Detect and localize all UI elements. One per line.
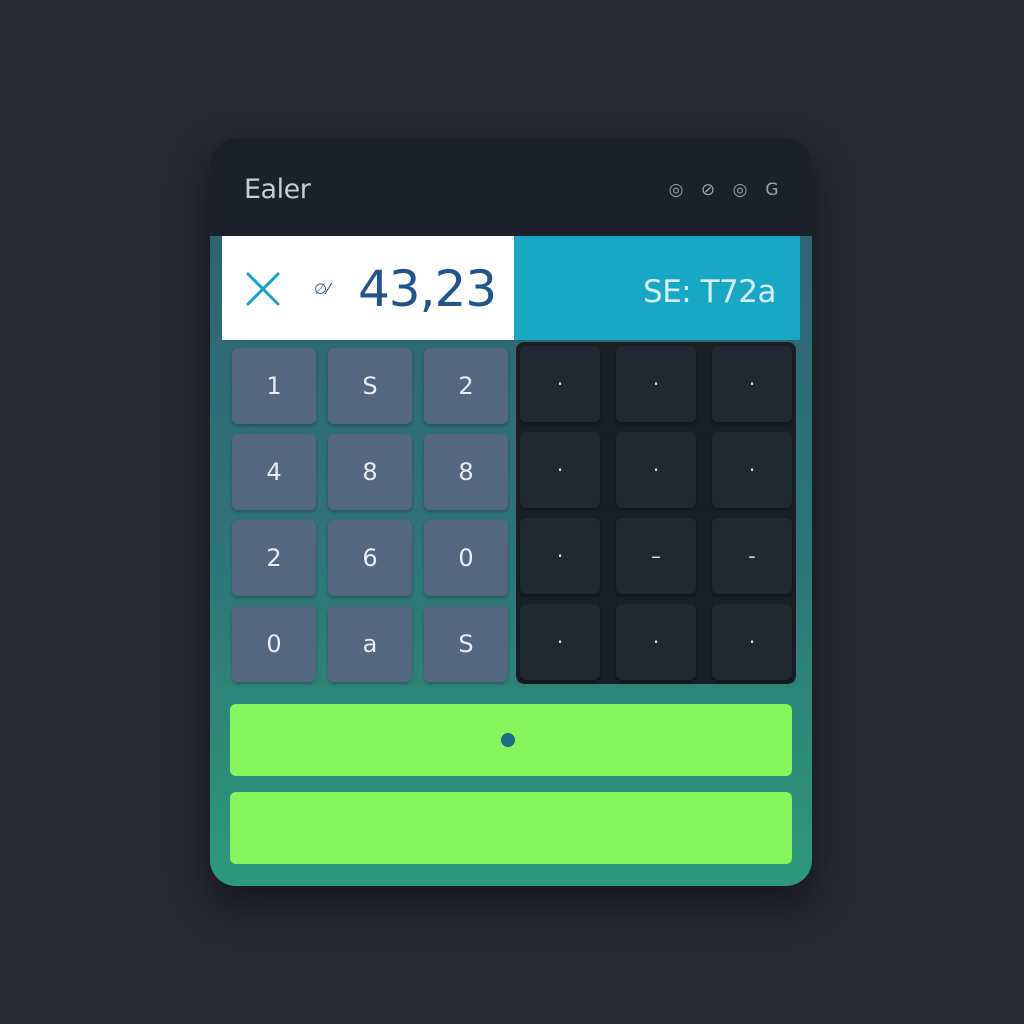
display-aux-glyph: ∅⁄ — [314, 280, 330, 298]
function-key[interactable]: · — [520, 518, 600, 594]
secondary-display-value: SE: T72a — [643, 274, 776, 310]
keypad-key[interactable]: 1 — [232, 348, 316, 424]
keypad-key[interactable]: S — [328, 348, 412, 424]
secondary-action-button[interactable] — [230, 792, 792, 864]
keypad-key[interactable]: S — [424, 606, 508, 682]
function-keypad: · · · · · · · – - · · · — [516, 342, 796, 684]
keypad-key[interactable]: 6 — [328, 520, 412, 596]
function-key[interactable]: · — [712, 432, 792, 508]
function-key[interactable]: - — [712, 518, 792, 594]
window-control-icon-4[interactable]: G — [762, 180, 782, 200]
keypad-key[interactable]: 0 — [232, 606, 316, 682]
primary-display: ∅⁄ 43,23 — [222, 236, 514, 340]
window-title: Ealer — [244, 174, 311, 205]
keypad-key[interactable]: 8 — [424, 434, 508, 510]
function-key[interactable]: – — [616, 518, 696, 594]
keypad-key[interactable]: 8 — [328, 434, 412, 510]
title-bar: Ealer ◎ ⊘ ◎ G — [210, 138, 812, 236]
window-control-icon-2[interactable]: ⊘ — [698, 180, 718, 200]
close-icon[interactable] — [244, 270, 282, 308]
window-controls: ◎ ⊘ ◎ G — [666, 180, 782, 200]
keypad-key[interactable]: 0 — [424, 520, 508, 596]
keypad-key[interactable]: 4 — [232, 434, 316, 510]
calculator-window: Ealer ◎ ⊘ ◎ G ∅⁄ 43,23 SE: T72a 1 S 2 4 … — [210, 138, 812, 886]
function-key[interactable]: · — [712, 604, 792, 680]
primary-action-button[interactable] — [230, 704, 792, 776]
function-key[interactable]: · — [616, 432, 696, 508]
function-key[interactable]: · — [616, 604, 696, 680]
function-key[interactable]: · — [520, 432, 600, 508]
function-key[interactable]: · — [616, 346, 696, 422]
window-control-icon-1[interactable]: ◎ — [666, 180, 686, 200]
keypad-key[interactable]: 2 — [424, 348, 508, 424]
dot-indicator-icon — [501, 733, 515, 747]
secondary-display: SE: T72a — [514, 236, 800, 340]
function-key[interactable]: · — [520, 604, 600, 680]
keypad-key[interactable]: a — [328, 606, 412, 682]
function-key[interactable]: · — [520, 346, 600, 422]
function-key[interactable]: · — [712, 346, 792, 422]
display-value: 43,23 — [358, 260, 497, 318]
keypad-key[interactable]: 2 — [232, 520, 316, 596]
window-control-icon-3[interactable]: ◎ — [730, 180, 750, 200]
